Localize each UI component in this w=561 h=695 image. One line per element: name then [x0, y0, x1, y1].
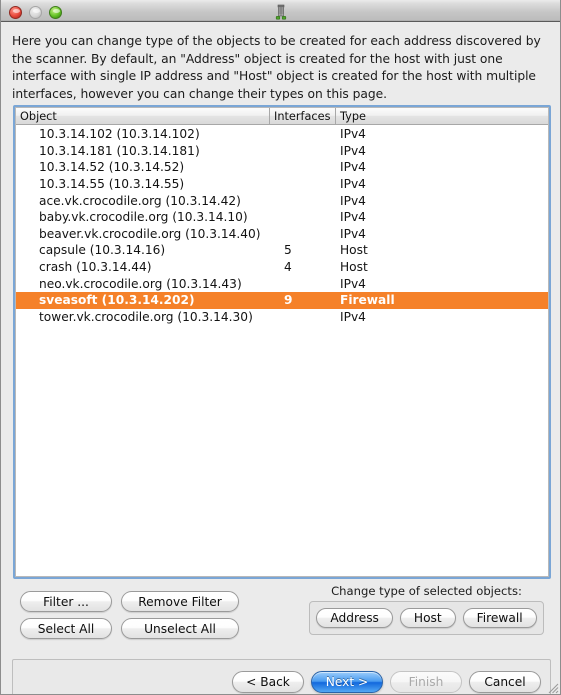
- set-type-host-button[interactable]: Host: [399, 608, 456, 628]
- table-row[interactable]: 10.3.14.55 (10.3.14.55) IPv4: [16, 176, 548, 193]
- change-type-group: Change type of selected objects: Address…: [309, 584, 544, 635]
- cell-type: IPv4: [340, 160, 366, 175]
- table-row[interactable]: beaver.vk.crocodile.org (10.3.14.40) IPv4: [16, 226, 548, 243]
- table-row[interactable]: 10.3.14.52 (10.3.14.52) IPv4: [16, 159, 548, 176]
- cell-object: tower.vk.crocodile.org (10.3.14.30): [39, 309, 253, 324]
- page-description: Here you can change type of the objects …: [12, 34, 541, 101]
- table-row[interactable]: tower.vk.crocodile.org (10.3.14.30) IPv4: [16, 309, 548, 326]
- cell-type: IPv4: [340, 193, 366, 208]
- change-type-buttons: Address Host Firewall: [309, 601, 544, 635]
- cell-object: baby.vk.crocodile.org (10.3.14.10): [39, 210, 248, 225]
- cell-interfaces: 5: [284, 243, 292, 258]
- navigation-buttons: < Back Next > Finish Cancel: [232, 671, 541, 693]
- cell-object: 10.3.14.55 (10.3.14.55): [39, 177, 185, 192]
- table-body: 10.3.14.102 (10.3.14.102) IPv4 10.3.14.181…: [16, 126, 548, 576]
- firewall-tower-icon: [1, 3, 560, 21]
- cell-object: sveasoft (10.3.14.202): [39, 293, 195, 308]
- filter-button-group: Filter ... Remove Filter Select All Unse…: [20, 591, 239, 639]
- cell-type: IPv4: [340, 226, 366, 241]
- cell-type: Host: [340, 260, 368, 275]
- table-row[interactable]: baby.vk.crocodile.org (10.3.14.10) IPv4: [16, 209, 548, 226]
- back-button[interactable]: < Back: [232, 671, 304, 693]
- table-row[interactable]: neo.vk.crocodile.org (10.3.14.43) IPv4: [16, 275, 548, 292]
- cell-object: crash (10.3.14.44): [39, 260, 152, 275]
- unselect-all-button[interactable]: Unselect All: [121, 618, 239, 639]
- cell-type: IPv4: [340, 276, 366, 291]
- set-type-firewall-button[interactable]: Firewall: [462, 608, 537, 628]
- filter-button[interactable]: Filter ...: [20, 591, 112, 612]
- change-type-label: Change type of selected objects:: [331, 584, 522, 598]
- cell-object: beaver.vk.crocodile.org (10.3.14.40): [39, 226, 261, 241]
- column-header-type[interactable]: Type: [336, 108, 548, 124]
- finish-button: Finish: [390, 671, 462, 693]
- table-row[interactable]: 10.3.14.102 (10.3.14.102) IPv4: [16, 126, 548, 143]
- column-header-object[interactable]: Object: [16, 108, 270, 124]
- table-row[interactable]: capsule (10.3.14.16) 5 Host: [16, 242, 548, 259]
- cell-object: neo.vk.crocodile.org (10.3.14.43): [39, 276, 242, 291]
- cell-type: IPv4: [340, 177, 366, 192]
- table-header-row: Object Interfaces Type: [16, 108, 548, 125]
- cell-type: IPv4: [340, 143, 366, 158]
- table-row[interactable]: ace.vk.crocodile.org (10.3.14.42) IPv4: [16, 192, 548, 209]
- cell-interfaces: 9: [284, 293, 293, 308]
- objects-table[interactable]: Object Interfaces Type 10.3.14.102 (10.3…: [15, 107, 549, 577]
- titlebar[interactable]: [1, 0, 560, 22]
- filter-button-row-2: Select All Unselect All: [20, 618, 239, 639]
- cell-interfaces: 4: [284, 260, 292, 275]
- cell-object: ace.vk.crocodile.org (10.3.14.42): [39, 193, 241, 208]
- dialog-content: Here you can change type of the objects …: [1, 22, 560, 694]
- set-type-address-button[interactable]: Address: [316, 608, 393, 628]
- cell-type: IPv4: [340, 309, 366, 324]
- wizard-window: Here you can change type of the objects …: [0, 0, 561, 695]
- next-button[interactable]: Next >: [311, 671, 383, 693]
- table-row[interactable]: crash (10.3.14.44) 4 Host: [16, 259, 548, 276]
- table-row[interactable]: 10.3.14.181 (10.3.14.181) IPv4: [16, 143, 548, 160]
- objects-table-panel: Object Interfaces Type 10.3.14.102 (10.3…: [13, 105, 551, 579]
- cell-type: Firewall: [340, 293, 395, 308]
- cancel-button[interactable]: Cancel: [469, 671, 541, 693]
- column-header-interfaces[interactable]: Interfaces: [270, 108, 336, 124]
- filter-button-row-1: Filter ... Remove Filter: [20, 591, 239, 612]
- cell-object: 10.3.14.102 (10.3.14.102): [39, 127, 200, 142]
- select-all-button[interactable]: Select All: [20, 618, 112, 639]
- wizard-navigation-bar: < Back Next > Finish Cancel: [12, 659, 551, 694]
- cell-object: capsule (10.3.14.16): [39, 243, 166, 258]
- table-row[interactable]: sveasoft (10.3.14.202) 9 Firewall: [16, 291, 548, 309]
- remove-filter-button[interactable]: Remove Filter: [121, 591, 239, 612]
- cell-type: IPv4: [340, 127, 366, 142]
- cell-type: Host: [340, 243, 368, 258]
- cell-object: 10.3.14.181 (10.3.14.181): [39, 143, 200, 158]
- cell-type: IPv4: [340, 210, 366, 225]
- cell-object: 10.3.14.52 (10.3.14.52): [39, 160, 185, 175]
